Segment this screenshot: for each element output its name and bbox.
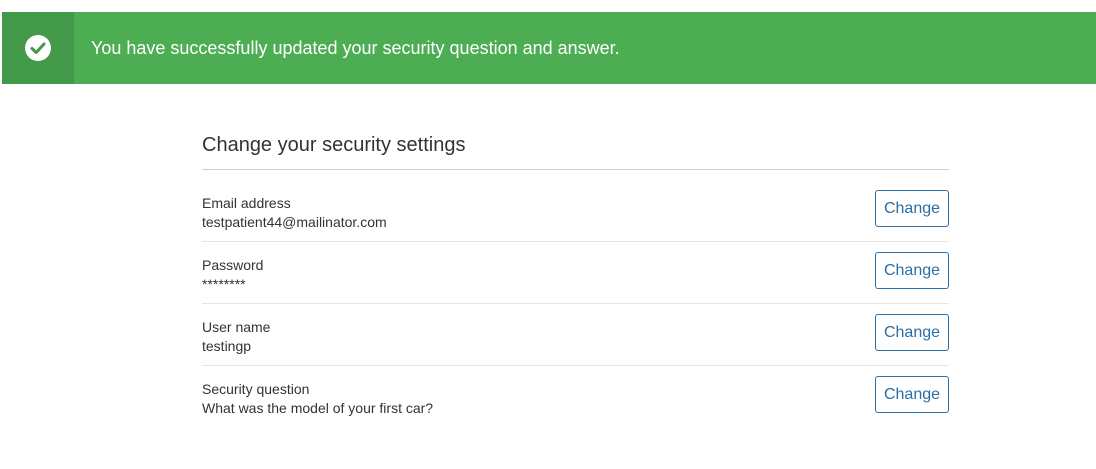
username-label: User name: [202, 319, 271, 335]
password-value: ********: [202, 276, 246, 292]
security-question-value: What was the model of your first car?: [202, 400, 434, 416]
security-question-row: Security question What was the model of …: [202, 366, 949, 428]
change-security-question-button[interactable]: Change: [875, 376, 949, 413]
page-title: Change your security settings: [202, 134, 466, 156]
change-username-button[interactable]: Change: [875, 314, 949, 351]
success-alert: You have successfully updated your secur…: [2, 12, 1096, 84]
password-label: Password: [202, 257, 264, 273]
security-settings-panel: Change your security settings Email addr…: [202, 128, 949, 428]
password-row: Password ******** Change: [202, 242, 949, 304]
email-value: testpatient44@mailinator.com: [202, 214, 387, 230]
alert-message: You have successfully updated your secur…: [91, 37, 620, 58]
security-question-label: Security question: [202, 381, 310, 397]
change-password-button[interactable]: Change: [875, 252, 949, 289]
email-row: Email address testpatient44@mailinator.c…: [202, 170, 949, 242]
check-circle-icon: [25, 35, 51, 61]
username-row: User name testingp Change: [202, 304, 949, 366]
username-value: testingp: [202, 338, 252, 354]
email-label: Email address: [202, 195, 291, 211]
change-email-button[interactable]: Change: [875, 190, 949, 227]
alert-icon-container: [2, 12, 74, 84]
